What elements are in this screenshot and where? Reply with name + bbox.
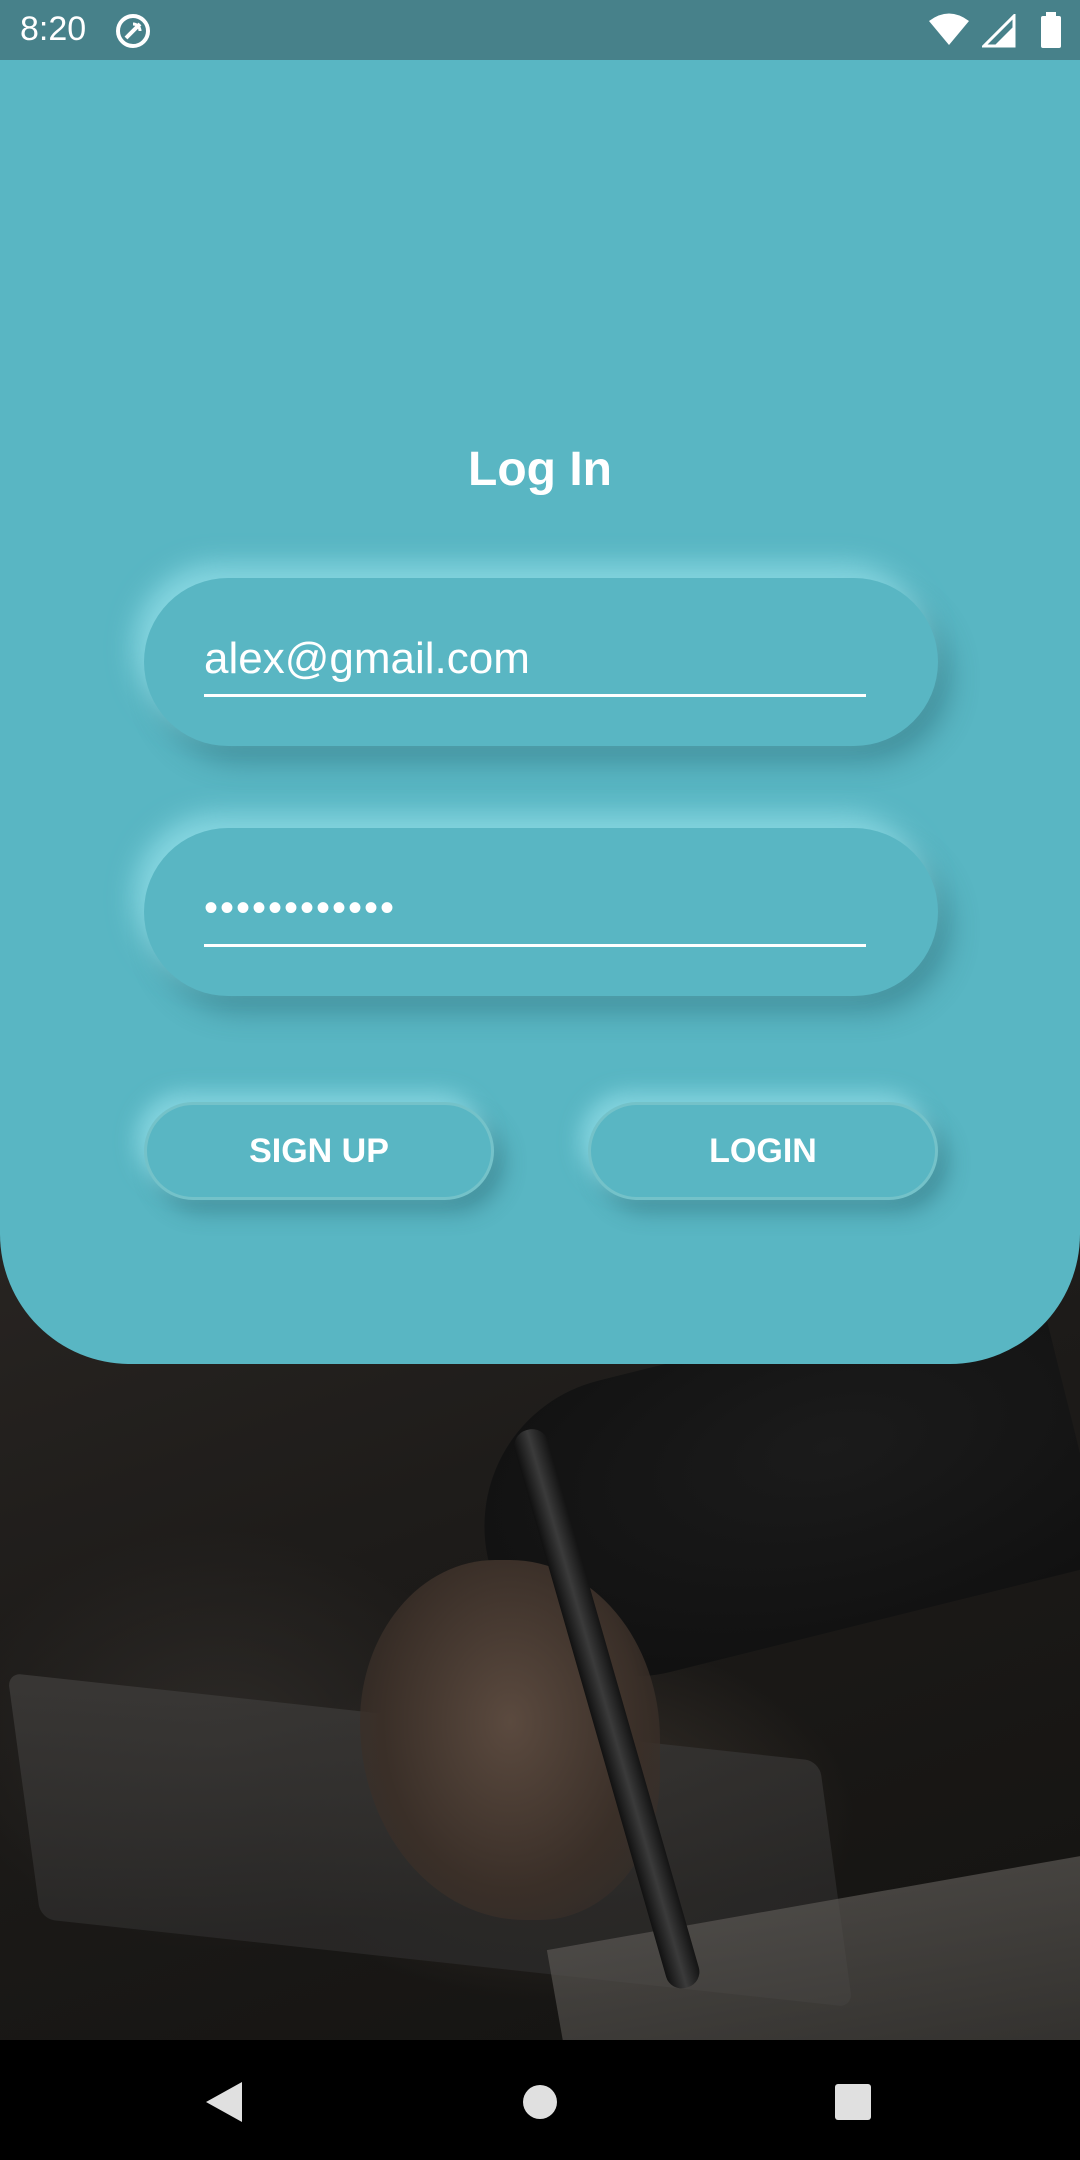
status-time: 8:20	[20, 10, 87, 48]
email-underline	[204, 694, 866, 697]
navigation-bar	[0, 2040, 1080, 2160]
password-field[interactable]: ••••••••••••	[144, 828, 938, 996]
login-card: Log In alex@gmail.com •••••••••••• SIGN …	[0, 60, 1080, 1364]
sign-up-button[interactable]: SIGN UP	[144, 1102, 494, 1200]
password-input[interactable]: ••••••••••••	[204, 886, 868, 931]
email-input[interactable]: alex@gmail.com	[204, 634, 868, 684]
home-circle-icon[interactable]	[522, 2084, 558, 2120]
recents-square-icon[interactable]	[834, 2083, 872, 2121]
page-title: Log In	[468, 443, 612, 496]
battery-icon	[1041, 12, 1061, 48]
status-bar: 8:20	[0, 0, 1080, 60]
email-field[interactable]: alex@gmail.com	[144, 578, 938, 746]
wifi-icon	[929, 13, 969, 45]
sync-circle-icon	[116, 14, 150, 48]
password-underline	[204, 944, 866, 947]
cell-signal-icon	[982, 14, 1016, 48]
back-triangle-icon[interactable]	[204, 2080, 244, 2124]
login-screen: 8:20 Log In alex@gmail.com •••••••••••• …	[0, 0, 1080, 2160]
login-button[interactable]: LOGIN	[588, 1102, 938, 1200]
